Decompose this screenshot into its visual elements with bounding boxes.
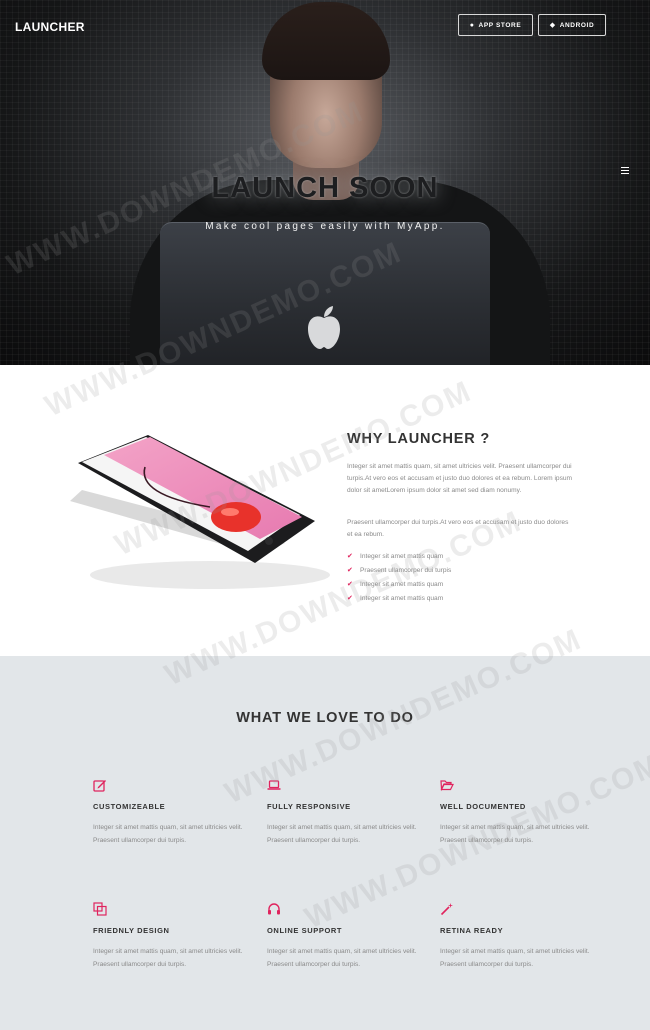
copy-icon bbox=[93, 902, 107, 916]
magic-wand-icon bbox=[440, 903, 453, 916]
feature-fully-responsive: FULLY RESPONSIVE Integer sit amet mattis… bbox=[267, 778, 417, 847]
apple-icon: ● bbox=[469, 21, 475, 29]
brand-logo[interactable]: LAUNCHER bbox=[15, 20, 85, 34]
why-paragraph-1: Integer sit amet mattis quam, sit amet u… bbox=[347, 463, 573, 495]
feature-well-documented: WELL DOCUMENTED Integer sit amet mattis … bbox=[440, 778, 590, 847]
phone-mockup-image bbox=[70, 435, 330, 589]
check-icon: ✔ bbox=[347, 581, 353, 588]
feature-title: ONLINE SUPPORT bbox=[267, 926, 343, 935]
laptop-icon bbox=[267, 780, 281, 790]
list-item-text: Praesent ullamcorper dui turpis bbox=[360, 566, 452, 574]
list-item-text: Integer sit amet mattis quam bbox=[360, 580, 444, 588]
check-icon: ✔ bbox=[347, 567, 353, 574]
hero-title: LAUNCH SOON bbox=[211, 172, 439, 204]
headphones-icon bbox=[268, 903, 280, 915]
feature-title: WELL DOCUMENTED bbox=[440, 802, 526, 811]
features-title: WHAT WE LOVE TO DO bbox=[236, 710, 414, 726]
hero-subtitle: Make cool pages easily with MyApp. bbox=[205, 221, 445, 232]
features-section: WHAT WE LOVE TO DO CUSTOMIZEABLE Integer… bbox=[0, 656, 650, 1030]
list-item-text: Integer sit amet mattis quam bbox=[360, 594, 444, 602]
edit-icon bbox=[93, 780, 106, 792]
feature-retina-ready: RETINA READY Integer sit amet mattis qua… bbox=[440, 902, 590, 971]
android-icon: ◆ bbox=[549, 22, 556, 29]
feature-description: Integer sit amet mattis quam, sit amet u… bbox=[93, 824, 243, 844]
list-item: ✔ Integer sit amet mattis quam bbox=[347, 591, 451, 605]
check-icon: ✔ bbox=[347, 553, 353, 560]
list-item: ✔ Praesent ullamcorper dui turpis bbox=[347, 563, 451, 577]
apple-logo-icon bbox=[308, 306, 340, 349]
list-item: ✔ Integer sit amet mattis quam bbox=[347, 577, 451, 591]
feature-description: Integer sit amet mattis quam, sit amet u… bbox=[267, 824, 417, 844]
android-button[interactable]: ◆ ANDROID bbox=[538, 14, 606, 36]
feature-title: RETINA READY bbox=[440, 926, 504, 935]
feature-title: FULLY RESPONSIVE bbox=[267, 802, 351, 811]
feature-online-support: ONLINE SUPPORT Integer sit amet mattis q… bbox=[267, 902, 417, 971]
folder-open-icon bbox=[440, 780, 454, 792]
why-checklist: ✔ Integer sit amet mattis quam ✔ Praesent … bbox=[347, 549, 451, 605]
feature-title: CUSTOMIZEABLE bbox=[93, 802, 166, 811]
app-store-button[interactable]: ● APP STORE bbox=[458, 14, 533, 36]
why-paragraph-2: Praesent ullamcorper dui turpis.At vero … bbox=[347, 519, 569, 539]
hero-section: LAUNCHER ● APP STORE ◆ ANDROID LAUNCH SO… bbox=[0, 0, 650, 365]
list-item: ✔ Integer sit amet mattis quam bbox=[347, 549, 451, 563]
android-label: ANDROID bbox=[559, 21, 595, 29]
list-item-text: Integer sit amet mattis quam bbox=[360, 552, 444, 560]
feature-title: FRIEDNLY DESIGN bbox=[93, 926, 170, 935]
why-section: WHY LAUNCHER ? Integer sit amet mattis q… bbox=[0, 365, 650, 656]
app-store-label: APP STORE bbox=[478, 21, 522, 29]
feature-customizeable: CUSTOMIZEABLE Integer sit amet mattis qu… bbox=[93, 778, 243, 847]
feature-description: Integer sit amet mattis quam, sit amet u… bbox=[440, 948, 590, 968]
feature-description: Integer sit amet mattis quam, sit amet u… bbox=[440, 824, 590, 844]
feature-friendly-design: FRIEDNLY DESIGN Integer sit amet mattis … bbox=[93, 902, 243, 971]
why-title: WHY LAUNCHER ? bbox=[347, 431, 491, 447]
feature-description: Integer sit amet mattis quam, sit amet u… bbox=[93, 948, 243, 968]
check-icon: ✔ bbox=[347, 595, 353, 602]
feature-description: Integer sit amet mattis quam, sit amet u… bbox=[267, 948, 417, 968]
